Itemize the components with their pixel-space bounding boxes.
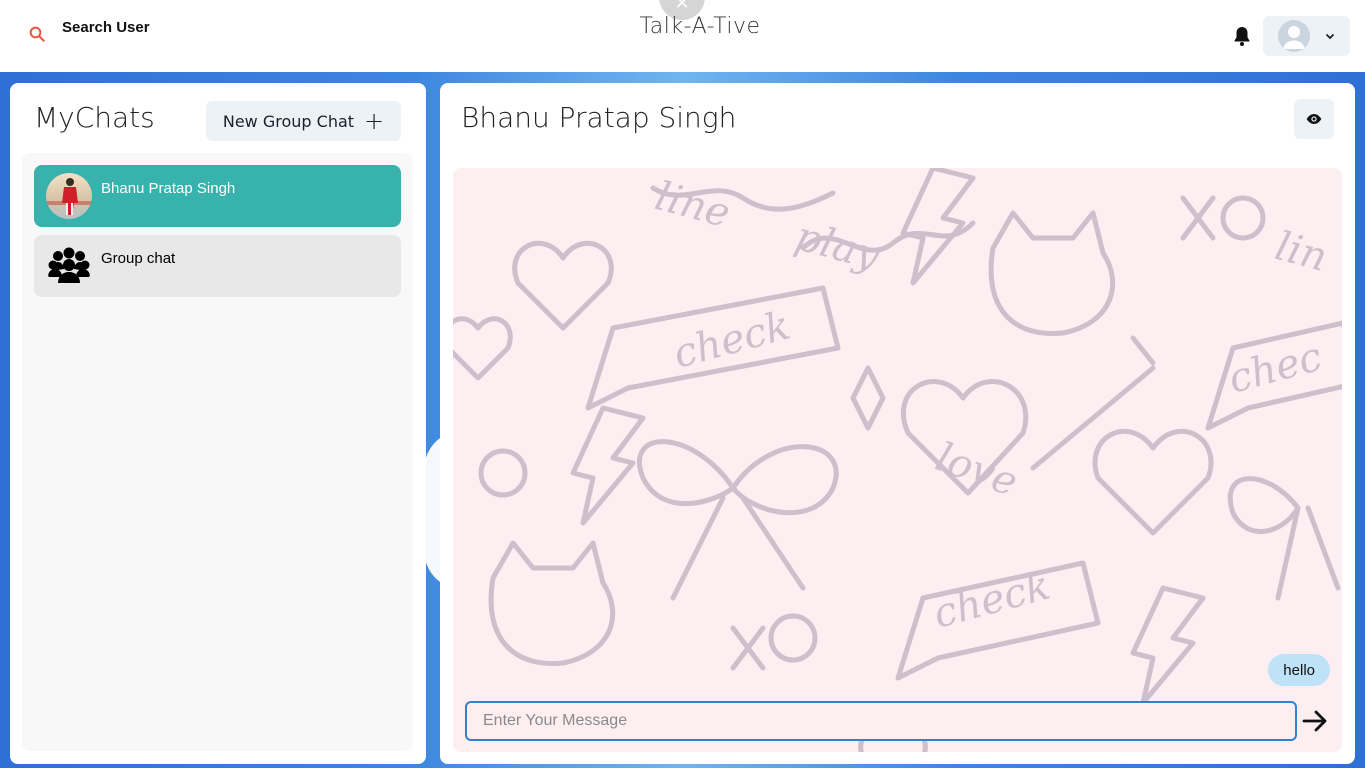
app-title: Talk-A-Tive — [639, 14, 761, 39]
new-group-chat-label: New Group Chat — [222, 111, 355, 131]
chat-panel: Bhanu Pratap Singh check check chec play… — [440, 83, 1355, 764]
svg-text:line: line — [650, 173, 734, 237]
chat-name: Bhanu Pratap Singh — [101, 180, 236, 197]
new-group-chat-button[interactable]: New Group Chat + — [206, 101, 401, 141]
svg-text:lin: lin — [1270, 223, 1332, 281]
my-chats-panel: MyChats New Group Chat + Bhanu Pratap Si… — [10, 83, 426, 764]
user-photo-icon — [46, 178, 92, 215]
avatar — [1278, 20, 1310, 52]
search-user-button[interactable]: Search User — [22, 14, 172, 54]
chevron-down-icon — [1325, 33, 1335, 40]
chat-list: Bhanu Pratap Singh Group chat — [22, 153, 413, 751]
top-bar: Search User ✕ Talk-A-Tive — [0, 0, 1365, 72]
chat-item-bhanu-pratap-singh[interactable]: Bhanu Pratap Singh — [34, 165, 401, 227]
chat-item-group-chat[interactable]: Group chat — [34, 235, 401, 297]
message-bubble: hello — [1268, 654, 1330, 686]
chat-title: Bhanu Pratap Singh — [461, 101, 737, 134]
eye-icon — [1306, 114, 1322, 124]
profile-menu-button[interactable] — [1263, 16, 1350, 56]
group-icon — [48, 247, 90, 283]
user-icon — [1283, 26, 1305, 49]
avatar — [46, 173, 92, 219]
arrow-right-icon[interactable] — [1300, 706, 1330, 736]
my-chats-title: MyChats — [34, 101, 155, 134]
avatar — [46, 243, 92, 289]
svg-text:check: check — [929, 563, 1055, 638]
message-area: check check chec play line love lin hell… — [453, 168, 1342, 752]
svg-text:play: play — [790, 213, 885, 280]
chat-name: Group chat — [101, 250, 176, 267]
doodle-background: check check chec play line love lin — [453, 168, 1342, 752]
search-user-label: Search User — [62, 19, 150, 36]
search-icon — [29, 26, 45, 42]
plus-icon: + — [364, 107, 385, 135]
bell-icon[interactable] — [1230, 24, 1254, 48]
message-input[interactable] — [465, 701, 1297, 741]
view-profile-button[interactable] — [1294, 99, 1334, 139]
